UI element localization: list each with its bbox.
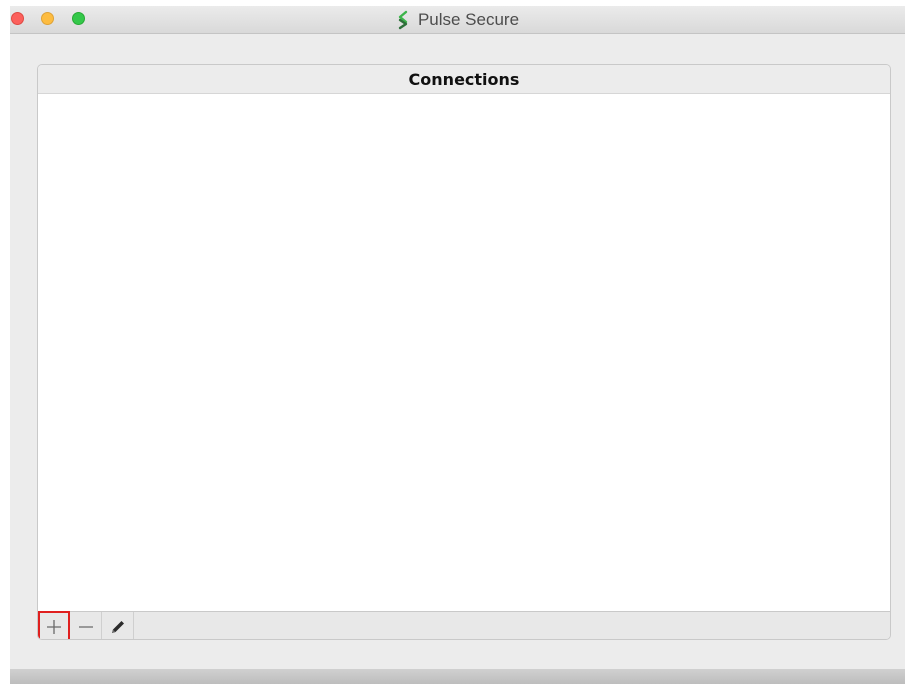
remove-connection-button[interactable] — [71, 612, 102, 639]
app-window: Pulse Secure Connections — [10, 6, 905, 684]
connections-list[interactable] — [38, 94, 890, 611]
window-bottom-edge — [10, 669, 905, 684]
window-title: Pulse Secure — [417, 10, 520, 29]
pulse-secure-s-icon — [398, 10, 408, 30]
pencil-icon — [112, 620, 124, 633]
edit-connection-button[interactable] — [103, 612, 134, 639]
title-bar[interactable]: Pulse Secure — [10, 6, 905, 34]
connections-panel: Connections — [37, 64, 891, 640]
plus-icon — [47, 620, 61, 634]
connections-title: Connections — [408, 69, 520, 89]
title-group: Pulse Secure — [10, 6, 905, 34]
add-connection-button[interactable] — [38, 611, 70, 639]
connections-toolbar — [38, 611, 890, 639]
connections-header: Connections — [38, 65, 890, 94]
minus-icon — [79, 625, 93, 628]
